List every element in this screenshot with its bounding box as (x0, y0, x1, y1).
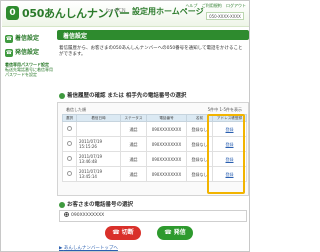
row-status: 通話 (120, 136, 147, 152)
send-button-label: 発信 (173, 229, 186, 236)
col-register: アドレス帳登録 (212, 114, 247, 122)
sidebar-item-label: 発信設定 (15, 49, 40, 56)
row-number: 090XXXXXXXX (146, 121, 187, 137)
register-link[interactable]: 登録 (226, 172, 234, 177)
row-number: 090XXXXXXXX (146, 166, 187, 182)
col-datetime: 着信日時 (76, 114, 121, 122)
section-phone-heading: お客さまの電話番号の選択 (59, 200, 247, 209)
brand-sub: for OCN (106, 8, 126, 14)
sidebar: ☎ 着信設定 ☎ 発信設定 着信専用パスワード設定 転送先電話番号に着信専用パスワー… (2, 28, 55, 251)
row-radio[interactable] (67, 171, 72, 176)
table-row: 通話 090XXXXXXXX 登録なし 登録 (62, 121, 247, 137)
cut-button-label: 切断 (121, 229, 134, 236)
row-datetime: 2011/07/19 13:46:48 (76, 151, 121, 167)
table-header-row: 選択 着信日時 ステータス 電話番号 名前 アドレス帳登録 (62, 114, 247, 122)
terms-link[interactable]: ご利用規約 (202, 3, 222, 8)
phone-value: 090XXXXXXXX (71, 213, 105, 218)
row-datetime: 2011/07/19 13:45:14 (76, 166, 121, 182)
section-bullet-icon (59, 201, 65, 208)
sidebar-item-label: 着信設定 (15, 35, 40, 42)
row-name: 登録なし (186, 121, 213, 137)
app-window: 0 050あんしんナンバー for OCN 設定用ホームページ ヘルプ ご利用規… (0, 0, 250, 252)
call-icon: ☎ (164, 229, 174, 236)
send-button[interactable]: ☎ 発信 (157, 226, 193, 240)
row-number: 090XXXXXXXX (146, 151, 187, 167)
register-link[interactable]: 登録 (226, 127, 234, 132)
sidebar-item-outgoing[interactable]: ☎ 発信設定 (5, 47, 53, 58)
row-number: 090XXXXXXXX (146, 136, 187, 152)
section-bullet-icon (59, 92, 65, 99)
row-status: 通話 (120, 166, 147, 182)
phone-radio[interactable] (64, 212, 69, 217)
row-radio[interactable] (67, 126, 72, 131)
register-link[interactable]: 登録 (226, 142, 234, 147)
row-name: 登録なし (186, 136, 213, 152)
sidebar-note[interactable]: 着信専用パスワード設定 転送先電話番号に着信専用パスワードを設定 (5, 62, 55, 77)
row-radio[interactable] (67, 141, 72, 146)
intro-text: 着信履歴から、お客さまの050あんしんナンバーへの050番号を通知して電話をかけ… (59, 46, 243, 57)
row-datetime (76, 121, 121, 137)
history-panel: 着信した順 5件中 1-5件を表示 選択 着信日時 ステータス 電話番号 名前 … (57, 102, 249, 196)
section-history-heading: 着信履歴の確認 または 相手先の電話番号の選択 (59, 91, 247, 100)
page-title-bar: 着信設定 (57, 30, 249, 40)
header: 0 050あんしんナンバー for OCN 設定用ホームページ ヘルプ ご利用規… (2, 2, 249, 27)
col-number: 電話番号 (146, 114, 187, 122)
sidebar-note-body: 転送先電話番号に着信専用パスワードを設定 (5, 67, 53, 77)
main-content: 着信設定 着信履歴から、お客さまの050あんしんナンバーへの050番号を通知して… (57, 30, 249, 251)
sort-link[interactable]: 着信した順 (66, 107, 86, 113)
register-link[interactable]: 登録 (226, 157, 234, 162)
col-status: ステータス (120, 114, 147, 122)
phone-out-icon: ☎ (5, 48, 13, 57)
help-link[interactable]: ヘルプ (185, 3, 197, 8)
col-select: 選択 (62, 114, 77, 122)
row-datetime: 2011/07/19 15:15:26 (76, 136, 121, 152)
row-name: 登録なし (186, 151, 213, 167)
row-name: 登録なし (186, 166, 213, 182)
top-links: ヘルプ ご利用規約 ログアウト (182, 3, 246, 9)
cut-button[interactable]: ☎ 切断 (105, 226, 141, 240)
hangup-icon: ☎ (112, 229, 122, 236)
table-row: 2011/07/19 13:45:14 通話 090XXXXXXXX 登録なし … (62, 166, 247, 182)
history-table: 選択 着信日時 ステータス 電話番号 名前 アドレス帳登録 通話 090XXXX… (62, 114, 247, 182)
row-status: 通話 (120, 151, 147, 167)
page-title: 着信設定 (63, 33, 88, 40)
col-name: 名前 (186, 114, 213, 122)
section-phone-title: お客さまの電話番号の選択 (67, 202, 134, 208)
table-row: 2011/07/19 15:15:26 通話 090XXXXXXXX 登録なし … (62, 136, 247, 152)
phone-select[interactable]: 090XXXXXXXX (59, 210, 247, 222)
row-radio[interactable] (67, 156, 72, 161)
table-row: 2011/07/19 13:46:48 通話 090XXXXXXXX 登録なし … (62, 151, 247, 167)
sidebar-item-incoming[interactable]: ☎ 着信設定 (5, 33, 53, 44)
result-count: 5件中 1-5件を表示 (207, 107, 242, 112)
top-page-link-label: あんしんナンバートップへ (63, 246, 118, 251)
phone-in-icon: ☎ (5, 34, 13, 43)
row-status: 通話 (120, 121, 147, 137)
logo-icon: 0 (6, 6, 19, 20)
logout-link[interactable]: ログアウト (226, 3, 246, 8)
top-page-link[interactable]: ▶ あんしんナンバートップへ (59, 245, 118, 251)
number-display: 050-XXXX-XXXX (206, 12, 244, 20)
section-history-title: 着信履歴の確認 または 相手先の電話番号の選択 (67, 93, 187, 99)
